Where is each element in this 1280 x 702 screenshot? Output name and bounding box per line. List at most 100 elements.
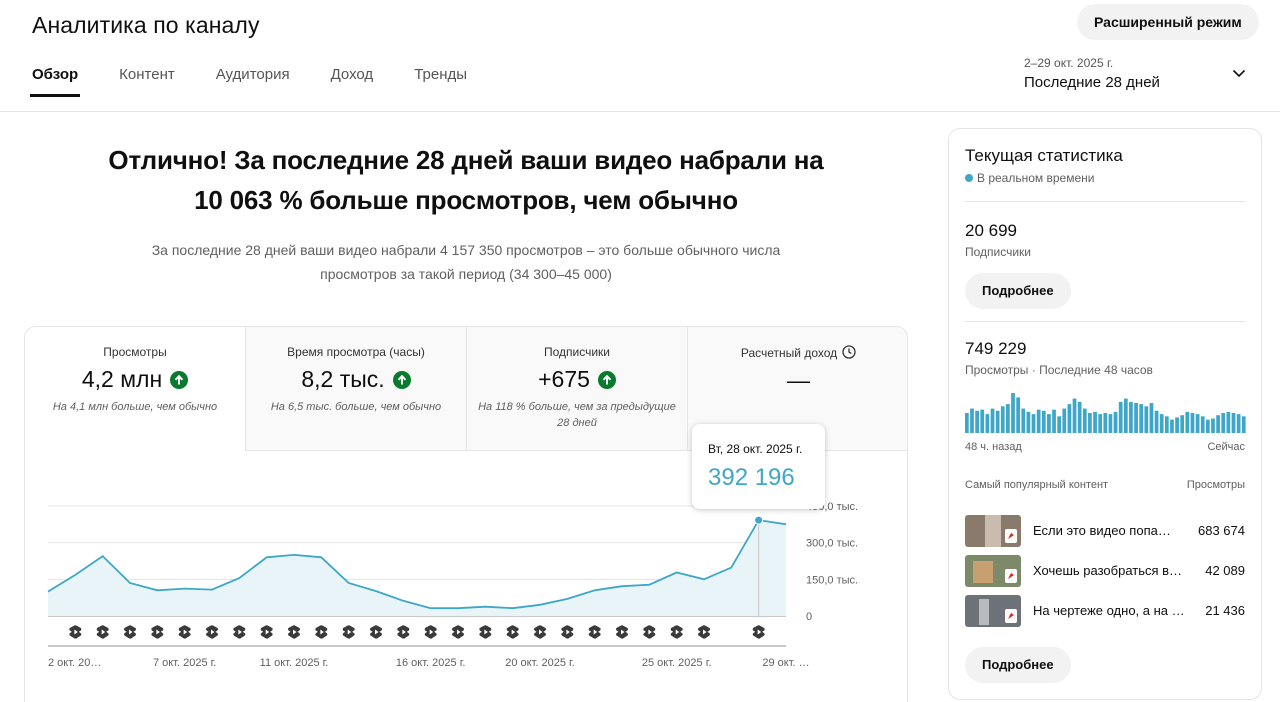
- realtime-bar: [1226, 411, 1231, 433]
- shorts-icon: [698, 625, 710, 639]
- chevron-down-icon[interactable]: [1232, 66, 1246, 80]
- realtime-bar: [1170, 419, 1174, 433]
- realtime-bar: [1241, 416, 1246, 433]
- popular-item-title: Хочешь разобраться в…: [1033, 563, 1183, 578]
- divider: [965, 321, 1245, 322]
- realtime-bar: [1026, 411, 1031, 433]
- x-tick-label: 2 окт. 20…: [48, 657, 101, 669]
- shorts-icon: [96, 625, 109, 639]
- realtime-bar: [1052, 409, 1056, 433]
- realtime-bar: [980, 409, 985, 433]
- shorts-icon: [151, 625, 164, 639]
- shorts-icon: [506, 625, 519, 639]
- popular-title: Самый популярный контент: [965, 479, 1109, 491]
- realtime-bar: [1062, 408, 1067, 433]
- realtime-bar: [1031, 414, 1036, 433]
- realtime-bar: [1067, 404, 1072, 433]
- realtime-bar: [1000, 406, 1005, 433]
- shorts-icon: [670, 625, 683, 639]
- bars-start-label: 48 ч. назад: [965, 441, 1022, 453]
- realtime-bar: [1011, 393, 1015, 433]
- live-dot-icon: [965, 174, 973, 182]
- realtime-bar: [1139, 404, 1144, 433]
- period-selector[interactable]: 2–29 окт. 2025 г. Последние 28 дней: [1024, 56, 1254, 100]
- shorts-icon: [424, 625, 437, 639]
- realtime-bar: [1195, 414, 1200, 433]
- realtime-bar: [1236, 414, 1241, 433]
- shorts-icon: [370, 625, 382, 639]
- period-label: Последние 28 дней: [1024, 74, 1160, 91]
- realtime-bar: [1072, 398, 1077, 433]
- realtime-bar: [1129, 401, 1133, 433]
- realtime-bar: [1093, 411, 1097, 433]
- realtime-bar: [970, 408, 974, 433]
- realtime-bar: [1211, 418, 1215, 433]
- subscribers-count: 20 699: [965, 221, 1017, 240]
- realtime-bar: [1098, 414, 1103, 433]
- shorts-icon: [588, 625, 601, 639]
- realtime-bar: [1200, 416, 1205, 433]
- realtime-bar: [965, 413, 969, 433]
- realtime-bar: [1180, 415, 1185, 433]
- x-tick-label: 11 окт. 2025 г.: [260, 657, 329, 669]
- popular-item-views: 42 089: [1205, 563, 1245, 578]
- shorts-icon: [479, 625, 492, 639]
- popular-item-title: Если это видео попа…: [1033, 523, 1171, 538]
- video-thumbnail: [965, 555, 1021, 587]
- realtime-bar: [1047, 414, 1051, 433]
- bars-axis: 48 ч. назад Сейчас: [965, 441, 1245, 453]
- popular-item-views: 21 436: [1205, 603, 1245, 618]
- shorts-icon: [315, 625, 328, 639]
- realtime-bar: [1006, 404, 1010, 433]
- popular-item[interactable]: Если это видео попа… 683 674: [965, 515, 1245, 547]
- highlight-point: [754, 515, 764, 525]
- period-range: 2–29 окт. 2025 г.: [1024, 56, 1114, 70]
- realtime-bar: [1108, 414, 1113, 433]
- subscribers-more-button[interactable]: Подробнее: [965, 273, 1071, 309]
- tooltip-date: Вт, 28 окт. 2025 г.: [708, 442, 803, 456]
- popular-more-button[interactable]: Подробнее: [965, 647, 1071, 683]
- shorts-icon: [69, 625, 82, 639]
- shorts-icon: [178, 625, 191, 639]
- realtime-bar: [1134, 403, 1138, 433]
- realtime-bar: [1216, 415, 1220, 433]
- chart-tooltip: Вт, 28 окт. 2025 г. 392 196: [692, 424, 825, 509]
- realtime-bar: [1185, 411, 1190, 433]
- realtime-bar: [1036, 409, 1041, 433]
- shorts-icon: [124, 625, 136, 639]
- realtime-bar: [1231, 413, 1236, 433]
- realtime-bar: [1175, 417, 1179, 433]
- realtime-bar: [1123, 398, 1128, 433]
- shorts-icon: [288, 625, 300, 639]
- shorts-icon: [233, 625, 246, 639]
- shorts-icon: [452, 625, 464, 639]
- realtime-title: Текущая статистика: [965, 146, 1123, 165]
- bars-end-label: Сейчас: [1207, 441, 1245, 453]
- x-tick-label: 29 окт. …: [762, 657, 809, 669]
- realtime-bar: [1077, 401, 1082, 433]
- realtime-bar: [985, 414, 990, 433]
- popular-item-title: На чертеже одно, а на …: [1033, 603, 1185, 618]
- shorts-icon: [397, 625, 410, 639]
- realtime-bar: [1113, 411, 1118, 433]
- realtime-bar: [975, 410, 979, 433]
- popular-metric: Просмотры: [1186, 479, 1245, 491]
- y-tick-label: 300,0 тыс.: [806, 538, 858, 550]
- realtime-bar: [1164, 416, 1169, 433]
- x-tick-label: 25 окт. 2025 г.: [642, 657, 712, 669]
- advanced-mode-button[interactable]: Расширенный режим: [1077, 4, 1259, 40]
- shorts-icon: [534, 625, 546, 639]
- video-thumbnail: [965, 595, 1021, 627]
- realtime-bar: [1016, 397, 1020, 433]
- realtime-bar: [1190, 413, 1195, 433]
- popular-item[interactable]: Хочешь разобраться в… 42 089: [965, 555, 1245, 587]
- realtime-bar: [1103, 413, 1108, 433]
- shorts-icon: [561, 625, 574, 639]
- realtime-bar: [1088, 413, 1092, 433]
- shorts-icon: [752, 625, 765, 639]
- tooltip-value: 392 196: [708, 464, 795, 491]
- realtime-bar: [1041, 410, 1046, 433]
- popular-item[interactable]: На чертеже одно, а на … 21 436: [965, 595, 1245, 627]
- shorts-icon: [342, 625, 355, 639]
- popular-item-views: 683 674: [1198, 523, 1245, 538]
